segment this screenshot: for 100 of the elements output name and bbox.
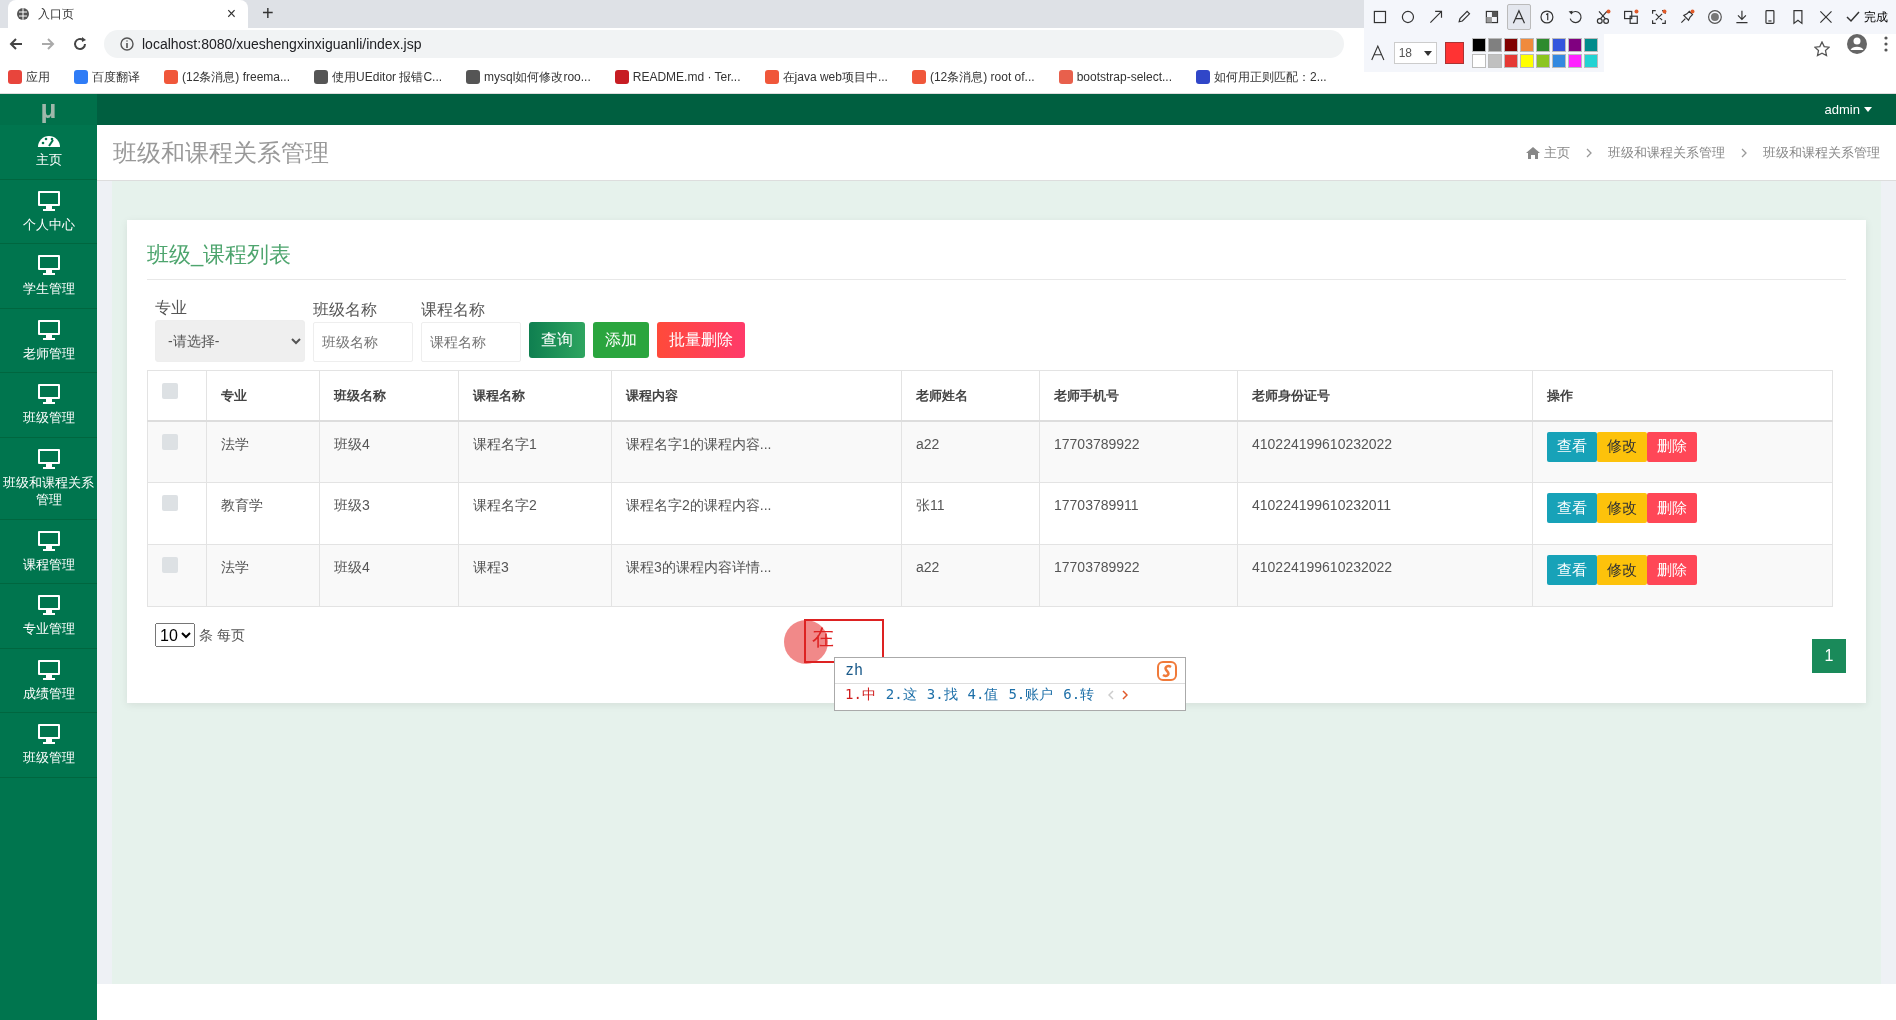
chevron-icon: [1586, 147, 1592, 158]
address-bar[interactable]: localhost:8080/xueshengxinxiguanli/index.jsp: [104, 30, 1344, 58]
color-swatch[interactable]: [1568, 54, 1582, 68]
table-cell: 课程3的课程内容详情...: [626, 559, 772, 575]
star-icon[interactable]: [1814, 41, 1830, 57]
color-swatch[interactable]: [1568, 38, 1582, 52]
color-swatch[interactable]: [1536, 54, 1550, 68]
column-header: 操作: [1547, 387, 1573, 403]
checkbox[interactable]: [162, 433, 178, 450]
ime-candidate[interactable]: 5.账户: [998, 684, 1054, 705]
ime-logo-icon: [1157, 660, 1177, 681]
back-icon[interactable]: [8, 36, 24, 52]
text-tool-icon[interactable]: [1507, 4, 1532, 30]
color-swatch[interactable]: [1520, 54, 1534, 68]
bookmark-link[interactable]: 应用: [8, 67, 50, 86]
bookmark-link[interactable]: 使用UEditor 报错C...: [314, 67, 443, 86]
add-button[interactable]: 添加: [593, 322, 649, 358]
color-swatch[interactable]: [1584, 54, 1598, 68]
close-tab-button[interactable]: ×: [222, 6, 240, 22]
table-cell: 17703789922: [1054, 559, 1140, 575]
profile-icon[interactable]: [1846, 33, 1868, 55]
color-swatch[interactable]: [1552, 38, 1566, 52]
checkbox[interactable]: [162, 557, 178, 573]
table-cell: 410224199610232022: [1252, 435, 1393, 452]
bookmark-link[interactable]: (12条消息) freema...: [164, 67, 291, 86]
monitor-icon: [36, 723, 61, 746]
monitor-icon: [36, 254, 61, 277]
url-text: localhost:8080/xueshengxinxiguanli/index.jsp: [142, 34, 423, 54]
table-cell: 张11: [916, 497, 945, 513]
font-size-select[interactable]: 18: [1393, 42, 1437, 64]
table-cell: 课程名字2的课程内容...: [626, 497, 772, 513]
edit-button[interactable]: 修改: [1597, 493, 1647, 523]
color-swatch[interactable]: [1552, 54, 1566, 68]
check-icon: [1845, 10, 1860, 24]
bookmark-link[interactable]: bootstrap-select...: [1058, 67, 1172, 86]
search-field[interactable]: 课程名称: [421, 322, 521, 362]
column-header: 老师姓名: [916, 387, 968, 403]
color-swatch[interactable]: [1472, 38, 1486, 52]
page-button[interactable]: 1: [1812, 639, 1846, 673]
bookmark-link[interactable]: mysql如何修改roo...: [466, 67, 591, 86]
more-icon[interactable]: [1884, 36, 1888, 52]
view-button[interactable]: 查看: [1547, 493, 1597, 523]
edit-button[interactable]: 修改: [1597, 431, 1647, 462]
globe-icon: [16, 7, 30, 21]
color-swatch[interactable]: [1584, 38, 1598, 52]
batch-delete-button[interactable]: 批量删除: [657, 322, 745, 358]
table-cell: 班级3: [334, 497, 370, 513]
color-swatch[interactable]: [1488, 54, 1502, 68]
checkbox[interactable]: [162, 383, 178, 399]
ime-candidate[interactable]: 4.值: [957, 684, 999, 705]
bookmark-link[interactable]: 在java web项目中...: [764, 67, 888, 86]
search-field[interactable]: 班级名称: [313, 322, 413, 362]
table-cell: 班级4: [334, 435, 370, 452]
ime-candidate[interactable]: 3.找: [916, 684, 958, 705]
bookmark-link[interactable]: 百度翻译: [74, 67, 140, 86]
checkbox[interactable]: [162, 495, 178, 511]
page-size-label: 条 每页: [199, 625, 245, 645]
reload-icon[interactable]: [72, 36, 88, 52]
table-cell: 17703789922: [1054, 435, 1140, 452]
font-size-icon: [1370, 44, 1386, 62]
monitor-icon: [36, 447, 61, 470]
table-cell: 410224199610232011: [1252, 497, 1392, 513]
column-header: 老师手机号: [1054, 387, 1119, 403]
chevron-icon: [1741, 147, 1747, 158]
delete-button[interactable]: 删除: [1647, 493, 1697, 523]
browser-tab[interactable]: 入口页 ×: [8, 0, 248, 28]
bookmark-link[interactable]: (12条消息) root of...: [911, 67, 1035, 86]
user-menu[interactable]: admin: [1824, 99, 1872, 120]
breadcrumb-link[interactable]: 班级和课程关系管理: [1608, 142, 1725, 163]
new-tab-button[interactable]: +: [256, 2, 280, 24]
view-button[interactable]: 查看: [1547, 431, 1597, 462]
ime-candidate[interactable]: 2.这: [875, 684, 917, 705]
ime-candidate[interactable]: 1.中: [835, 684, 876, 705]
edit-button[interactable]: 修改: [1597, 555, 1647, 585]
table-cell: 课程名字1的课程内容...: [626, 435, 772, 452]
page-size-select[interactable]: 10: [155, 623, 195, 647]
table-cell: 课程名字1: [473, 435, 537, 452]
breadcrumb-link[interactable]: 班级和课程关系管理: [1763, 142, 1880, 163]
table-cell: 教育学: [221, 497, 263, 513]
color-swatch[interactable]: [1536, 38, 1550, 52]
color-swatch[interactable]: [1472, 54, 1486, 68]
color-swatch[interactable]: [1504, 54, 1518, 68]
color-swatch[interactable]: [1520, 38, 1534, 52]
done-button[interactable]: 完成: [1841, 5, 1892, 29]
ime-candidate[interactable]: 6.转: [1053, 684, 1095, 705]
view-button[interactable]: 查看: [1547, 555, 1597, 585]
bookmark-link[interactable]: README.md · Ter...: [614, 67, 741, 86]
major-select[interactable]: -请选择-: [155, 320, 305, 362]
query-button[interactable]: 查询: [529, 322, 585, 358]
delete-button[interactable]: 删除: [1647, 431, 1697, 462]
bookmark-link[interactable]: 如何用正则匹配：2...: [1196, 67, 1327, 86]
color-swatch[interactable]: [1504, 38, 1518, 52]
breadcrumb-link[interactable]: 主页: [1526, 142, 1570, 163]
current-color-swatch[interactable]: [1444, 42, 1464, 64]
column-header: 班级名称: [334, 387, 386, 403]
delete-button[interactable]: 删除: [1647, 555, 1697, 585]
column-header: 专业: [221, 387, 247, 403]
color-swatch[interactable]: [1488, 38, 1502, 52]
next-icon[interactable]: [1122, 689, 1129, 700]
filter-label: 班级名称: [313, 300, 378, 320]
